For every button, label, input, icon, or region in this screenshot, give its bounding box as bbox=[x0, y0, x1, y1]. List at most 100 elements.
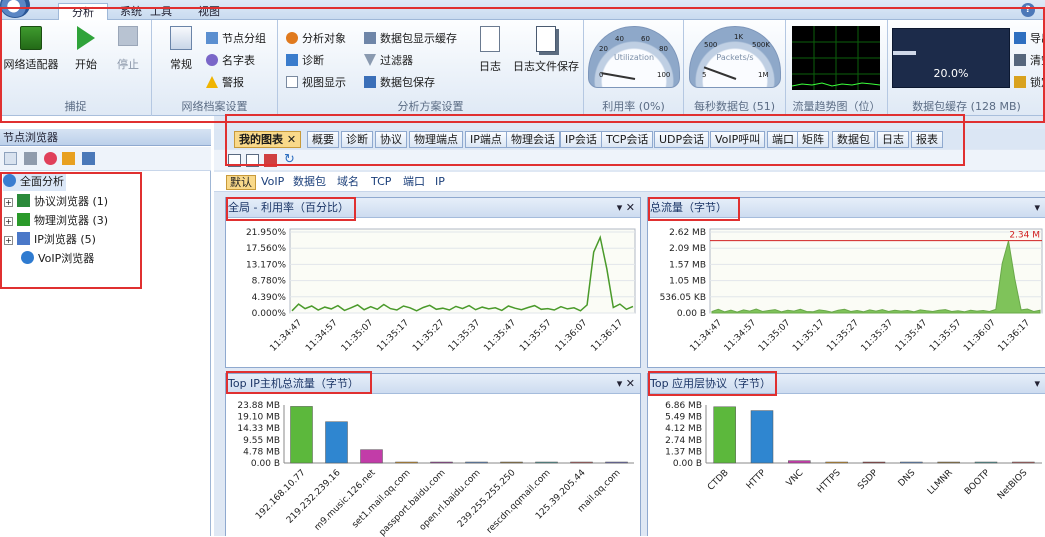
tab-matrix[interactable]: 矩阵 bbox=[797, 131, 829, 148]
lock-button[interactable]: 锁定 bbox=[1014, 74, 1045, 92]
view-display-icon bbox=[286, 76, 298, 88]
bar bbox=[500, 461, 523, 464]
panel-menu[interactable]: ▾ bbox=[1034, 374, 1040, 394]
x-tick-label: 11:35:07 bbox=[340, 318, 376, 354]
log-file-save-button[interactable]: 日志文件保存 bbox=[510, 26, 582, 74]
tab-tools[interactable]: 工具 bbox=[150, 3, 172, 20]
tab-udp-session[interactable]: UDP会话 bbox=[654, 131, 710, 148]
view-display-button[interactable]: 视图显示 bbox=[286, 74, 346, 92]
app-logo-icon[interactable] bbox=[0, 0, 30, 18]
tab-view[interactable]: 视图 bbox=[198, 3, 220, 20]
bar bbox=[713, 406, 736, 464]
alert-node-icon[interactable] bbox=[62, 152, 75, 165]
tab-report[interactable]: 报表 bbox=[911, 131, 943, 148]
y-tick-label: 4.390% bbox=[252, 293, 287, 303]
tree-item-voip[interactable]: VoIP浏览器 bbox=[21, 250, 94, 268]
panel-header: 总流量（字节） bbox=[648, 198, 1045, 218]
x-tick-label: 11:35:47 bbox=[482, 318, 518, 354]
y-tick-label: 0.00 B bbox=[251, 459, 280, 469]
filter-button[interactable]: 过滤器 bbox=[364, 52, 413, 70]
tab-log[interactable]: 日志 bbox=[877, 131, 909, 148]
packet-display-buffer-button[interactable]: 数据包显示缓存 bbox=[364, 30, 457, 48]
tab-summary[interactable]: 概要 bbox=[307, 131, 339, 148]
node-group-icon bbox=[206, 32, 218, 44]
document-tabs: 我的图表 ✕ 概要 诊断 协议 物理端点 IP端点 物理会话 IP会话 TCP会… bbox=[214, 129, 1045, 149]
group-label-buffer: 数据包缓存 (128 MB) bbox=[912, 100, 1021, 113]
x-tick-label: 11:35:17 bbox=[791, 318, 827, 354]
tab-port[interactable]: 端口 bbox=[767, 131, 799, 148]
tree-root-full-analysis[interactable]: 全面分析 bbox=[3, 173, 66, 191]
expand-icon[interactable]: + bbox=[4, 198, 13, 207]
layout-icon[interactable] bbox=[246, 154, 259, 167]
tree-item-ip[interactable]: + IP浏览器 (5) bbox=[4, 231, 96, 249]
filter-packet[interactable]: 数据包 bbox=[290, 175, 329, 190]
x-tick-label: CTDB bbox=[706, 468, 731, 493]
view-list-icon[interactable] bbox=[4, 152, 17, 165]
alarm-button[interactable]: 警报 bbox=[206, 74, 244, 92]
start-button[interactable]: 开始 bbox=[68, 26, 104, 72]
node-group-button[interactable]: 节点分组 bbox=[206, 30, 266, 48]
y-tick-label: 6.86 MB bbox=[665, 401, 702, 411]
filter-tcp[interactable]: TCP bbox=[368, 175, 394, 190]
filter-default[interactable]: 默认 bbox=[226, 175, 256, 190]
plot-area bbox=[709, 228, 1043, 314]
expand-icon[interactable]: + bbox=[4, 217, 13, 226]
tab-physical-endpoint[interactable]: 物理端点 bbox=[409, 131, 463, 148]
panel-menu[interactable]: ▾ bbox=[1034, 198, 1040, 218]
tab-diagnosis[interactable]: 诊断 bbox=[341, 131, 373, 148]
y-tick-label: 4.12 MB bbox=[665, 424, 702, 434]
panel-menu-close[interactable]: ▾ ✕ bbox=[617, 374, 635, 394]
close-icon[interactable]: ✕ bbox=[287, 133, 296, 146]
tab-protocol[interactable]: 协议 bbox=[375, 131, 407, 148]
network-adapter-button[interactable]: 网络适配器 bbox=[2, 26, 60, 72]
analysis-object-button[interactable]: 分析对象 bbox=[286, 30, 346, 48]
clear-button[interactable]: 清空 bbox=[1014, 52, 1045, 70]
packet-save-button[interactable]: 数据包保存 bbox=[364, 74, 435, 92]
panel-menu-close[interactable]: ▾ ✕ bbox=[617, 198, 635, 218]
log-button[interactable]: 日志 bbox=[472, 26, 508, 74]
help-icon[interactable]: ? bbox=[1021, 3, 1035, 17]
y-tick-label: 5.49 MB bbox=[665, 413, 702, 423]
filter-domain[interactable]: 域名 bbox=[334, 175, 362, 190]
tab-analysis[interactable]: 分析 bbox=[58, 3, 108, 20]
diagnosis-button[interactable]: 诊断 bbox=[286, 52, 324, 70]
new-chart-icon[interactable] bbox=[228, 154, 241, 167]
filter-ip[interactable]: IP bbox=[432, 175, 448, 190]
refresh-icon[interactable]: ↻ bbox=[284, 153, 297, 166]
expand-icon[interactable]: + bbox=[4, 236, 13, 245]
host-node-icon[interactable] bbox=[82, 152, 95, 165]
tab-packets[interactable]: 数据包 bbox=[832, 131, 875, 148]
tab-system[interactable]: 系统 bbox=[120, 3, 142, 20]
bar bbox=[937, 461, 960, 464]
tab-ip-session[interactable]: IP会话 bbox=[560, 131, 602, 148]
export-button[interactable]: 导出 bbox=[1014, 30, 1045, 48]
tab-ip-endpoint[interactable]: IP端点 bbox=[465, 131, 507, 148]
gauge-caption: Utilization bbox=[613, 53, 655, 62]
packet-save-icon bbox=[364, 76, 376, 88]
name-table-button[interactable]: 名字表 bbox=[206, 52, 255, 70]
filter-node-icon[interactable] bbox=[24, 152, 37, 165]
tab-tcp-session[interactable]: TCP会话 bbox=[601, 131, 654, 148]
tree-item-physical[interactable]: + 物理浏览器 (3) bbox=[4, 212, 108, 230]
filter-port[interactable]: 端口 bbox=[400, 175, 428, 190]
gauge-tick: 1K bbox=[734, 33, 744, 41]
tab-physical-session[interactable]: 物理会话 bbox=[506, 131, 560, 148]
y-tick-label: 21.950% bbox=[246, 228, 286, 238]
tab-voip-call[interactable]: VoIP呼叫 bbox=[710, 131, 766, 148]
stop-button[interactable]: 停止 bbox=[110, 26, 146, 72]
general-button[interactable]: 常规 bbox=[164, 26, 198, 72]
bar bbox=[360, 449, 383, 464]
x-tick-label: HTTP bbox=[745, 468, 769, 492]
tab-my-charts[interactable]: 我的图表 ✕ bbox=[234, 131, 302, 148]
y-tick-label: 0.00 B bbox=[677, 309, 706, 319]
delete-chart-icon[interactable] bbox=[264, 154, 277, 167]
y-tick-label: 14.33 MB bbox=[237, 424, 280, 434]
protocol-node-icon[interactable] bbox=[44, 152, 57, 165]
filter-voip[interactable]: VoIP bbox=[258, 175, 287, 190]
x-tick-label: m9.music.126.net bbox=[313, 468, 378, 533]
voip-icon bbox=[21, 251, 34, 264]
warning-icon bbox=[206, 76, 218, 88]
tree-item-protocol[interactable]: + 协议浏览器 (1) bbox=[4, 193, 108, 211]
packets-gauge: 500 1K 500K 5 1M Packets/s bbox=[689, 26, 781, 88]
panel-header: Top IP主机总流量（字节） bbox=[226, 374, 640, 394]
